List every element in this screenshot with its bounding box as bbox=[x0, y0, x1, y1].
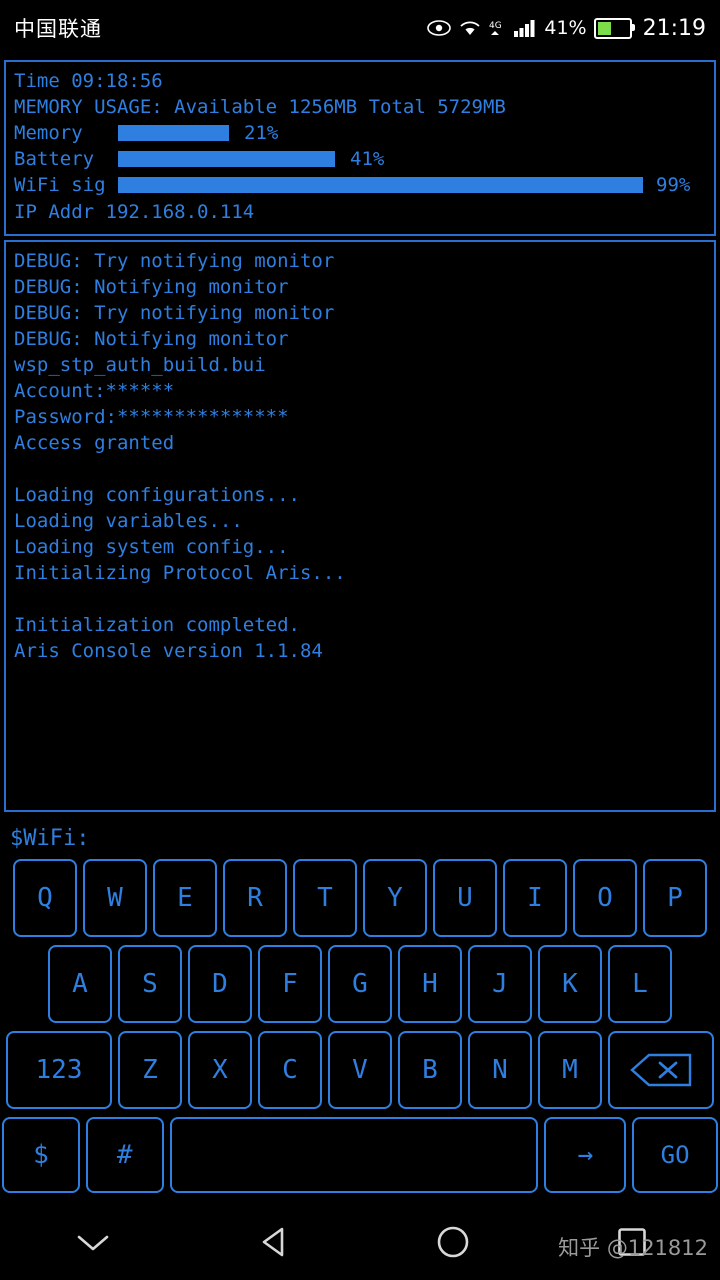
command-prompt[interactable]: $WiFi: bbox=[0, 812, 720, 859]
key-numeric-mode[interactable]: 123 bbox=[6, 1031, 112, 1109]
key-a[interactable]: A bbox=[48, 945, 112, 1023]
console-line: Loading variables... bbox=[14, 510, 243, 532]
chevron-down-icon[interactable] bbox=[74, 1230, 112, 1258]
status-clock: 21:19 bbox=[642, 15, 706, 41]
console-line: Aris Console version 1.1.84 bbox=[14, 640, 323, 662]
key-dollar[interactable]: $ bbox=[2, 1117, 80, 1193]
keyboard-row-4: $ # → GO bbox=[2, 1117, 718, 1193]
key-b[interactable]: B bbox=[398, 1031, 462, 1109]
memory-usage-line: MEMORY USAGE: Available 1256MB Total 572… bbox=[14, 96, 506, 118]
key-s[interactable]: S bbox=[118, 945, 182, 1023]
keyboard-row-3: 123 Z X C V B N M bbox=[2, 1031, 718, 1109]
battery-icon bbox=[593, 17, 635, 39]
key-c[interactable]: C bbox=[258, 1031, 322, 1109]
key-w[interactable]: W bbox=[83, 859, 147, 937]
key-x[interactable]: X bbox=[188, 1031, 252, 1109]
time-line: Time 09:18:56 bbox=[14, 70, 163, 92]
key-o[interactable]: O bbox=[573, 859, 637, 937]
console-line: DEBUG: Try notifying monitor bbox=[14, 250, 335, 272]
battery-bar-percent: 41% bbox=[350, 148, 385, 170]
4g-icon: 4G bbox=[489, 19, 507, 37]
console-line: Access granted bbox=[14, 432, 175, 454]
phone-screen: 中国联通 4G 41% 21:19 Time 09:18:56 MEMORY U… bbox=[0, 0, 720, 1280]
signal-icon bbox=[514, 19, 536, 37]
system-info-panel: Time 09:18:56 MEMORY USAGE: Available 12… bbox=[4, 60, 716, 236]
console-line: Loading system config... bbox=[14, 536, 289, 558]
carrier-label: 中国联通 bbox=[14, 17, 102, 41]
key-z[interactable]: Z bbox=[118, 1031, 182, 1109]
key-q[interactable]: Q bbox=[13, 859, 77, 937]
memory-bar-fill bbox=[118, 125, 229, 141]
backspace-icon[interactable] bbox=[608, 1031, 714, 1109]
battery-bar-fill bbox=[118, 151, 335, 167]
key-d[interactable]: D bbox=[188, 945, 252, 1023]
battery-bar-label: Battery bbox=[14, 148, 95, 170]
key-space[interactable] bbox=[169, 1117, 539, 1193]
console-line: Initialization completed. bbox=[14, 614, 300, 636]
console-line: DEBUG: Notifying monitor bbox=[14, 328, 289, 350]
wifi-bar-fill bbox=[118, 177, 643, 193]
battery-bar-row: Battery 41% bbox=[14, 146, 706, 172]
key-t[interactable]: T bbox=[293, 859, 357, 937]
key-f[interactable]: F bbox=[258, 945, 322, 1023]
key-enter[interactable]: → bbox=[544, 1117, 627, 1193]
console-line: DEBUG: Try notifying monitor bbox=[14, 302, 335, 324]
console-line: Initializing Protocol Aris... bbox=[14, 562, 346, 584]
eye-icon bbox=[427, 20, 452, 36]
console-output[interactable]: DEBUG: Try notifying monitor DEBUG: Noti… bbox=[4, 240, 716, 812]
wifi-bar-row: WiFi sig 99% bbox=[14, 172, 706, 198]
key-v[interactable]: V bbox=[328, 1031, 392, 1109]
svg-text:4G: 4G bbox=[489, 21, 502, 31]
memory-bar-row: Memory 21% bbox=[14, 120, 706, 146]
battery-percent-label: 41% bbox=[544, 17, 587, 39]
console-line: Account:****** bbox=[14, 380, 175, 402]
on-screen-keyboard: Q W E R T Y U I O P A S D F G H J K L 12… bbox=[0, 859, 720, 1193]
key-p[interactable]: P bbox=[643, 859, 707, 937]
ip-address-line: IP Addr 192.168.0.114 bbox=[14, 201, 255, 223]
wifi-bar-percent: 99% bbox=[656, 174, 691, 196]
status-icons: 4G 41% 21:19 bbox=[427, 16, 706, 41]
memory-bar-label: Memory bbox=[14, 122, 83, 144]
key-g[interactable]: G bbox=[328, 945, 392, 1023]
keyboard-row-2: A S D F G H J K L bbox=[2, 945, 718, 1023]
wifi-bar-label: WiFi sig bbox=[14, 174, 106, 196]
console-line: DEBUG: Notifying monitor bbox=[14, 276, 289, 298]
key-l[interactable]: L bbox=[608, 945, 672, 1023]
key-m[interactable]: M bbox=[538, 1031, 602, 1109]
key-h[interactable]: H bbox=[398, 945, 462, 1023]
memory-bar-track bbox=[118, 125, 648, 141]
back-triangle-icon[interactable] bbox=[259, 1226, 289, 1262]
status-bar: 中国联通 4G 41% 21:19 bbox=[0, 0, 720, 56]
key-go[interactable]: GO bbox=[632, 1117, 718, 1193]
home-circle-icon[interactable] bbox=[436, 1225, 470, 1263]
keyboard-row-1: Q W E R T Y U I O P bbox=[2, 859, 718, 937]
key-n[interactable]: N bbox=[468, 1031, 532, 1109]
key-y[interactable]: Y bbox=[363, 859, 427, 937]
console-line: Loading configurations... bbox=[14, 484, 300, 506]
console-line: Password:*************** bbox=[14, 406, 289, 428]
key-k[interactable]: K bbox=[538, 945, 602, 1023]
wifi-bar-track bbox=[118, 177, 648, 193]
key-i[interactable]: I bbox=[503, 859, 567, 937]
wifi-icon bbox=[458, 19, 482, 37]
watermark-label: 知乎 @121812 bbox=[558, 1236, 708, 1260]
key-hash[interactable]: # bbox=[85, 1117, 164, 1193]
key-e[interactable]: E bbox=[153, 859, 217, 937]
console-line: wsp_stp_auth_build.bui bbox=[14, 354, 266, 376]
key-r[interactable]: R bbox=[223, 859, 287, 937]
memory-bar-percent: 21% bbox=[244, 122, 279, 144]
key-j[interactable]: J bbox=[468, 945, 532, 1023]
key-u[interactable]: U bbox=[433, 859, 497, 937]
